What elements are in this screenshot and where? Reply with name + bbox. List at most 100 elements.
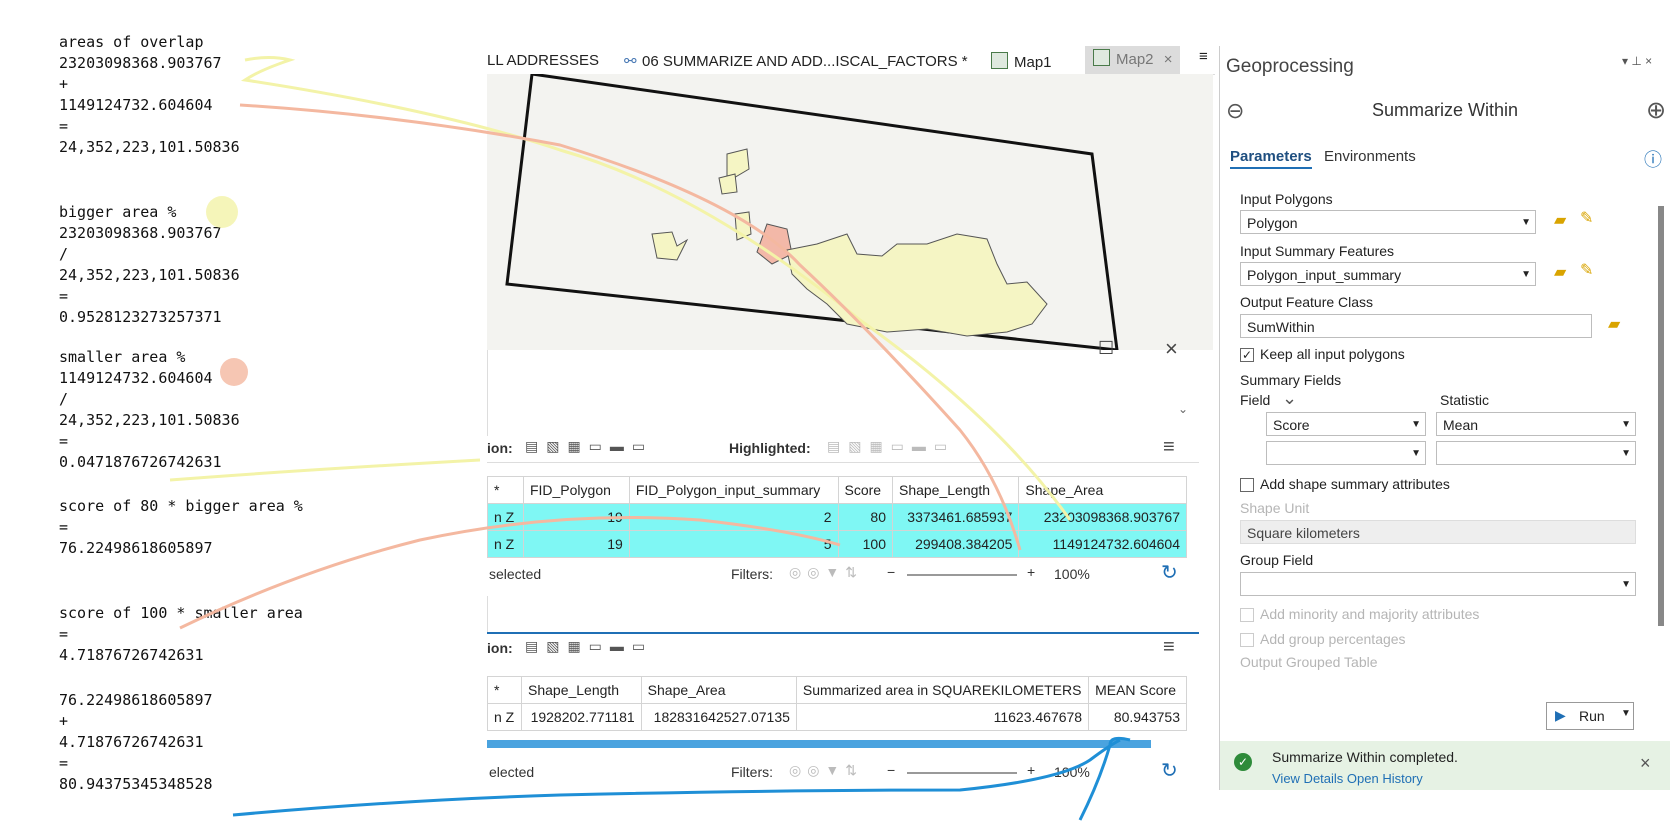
table-cell: n Z <box>487 703 522 731</box>
table-cell: 299408.384205 <box>891 530 1020 558</box>
table-cell: n Z <box>487 503 524 531</box>
chevron-down-icon[interactable]: ⌄ <box>1178 402 1188 416</box>
field-select-1[interactable]: Score ▼ <box>1266 412 1426 436</box>
table-row[interactable]: n Z 19 5 100 299408.384205 1149124732.60… <box>487 530 1187 558</box>
table-cell: 11623.467678 <box>795 703 1090 731</box>
statistic-select-2[interactable]: ▼ <box>1436 441 1636 465</box>
add-shape-label: Add shape summary attributes <box>1260 476 1450 492</box>
note-line: score of 100 * smaller area <box>59 604 303 622</box>
summary-fields-label: Summary Fields <box>1240 372 1342 388</box>
folder-icon[interactable]: ▰ <box>1554 262 1566 282</box>
chevron-down-icon: ▼ <box>1521 217 1531 228</box>
play-icon: ▶ <box>1555 707 1566 723</box>
vertical-scrollbar[interactable] <box>1658 206 1664 626</box>
note-line: bigger area % <box>59 203 177 221</box>
input-polygons-select[interactable]: Polygon ▼ <box>1240 210 1536 234</box>
note-line: 23203098368.903767 <box>59 54 222 72</box>
table-1-footer: selected Filters: ◎◎▼⇅ − + 100% ↻ <box>487 562 1199 588</box>
shape-unit-label: Shape Unit <box>1240 500 1310 516</box>
pane-options-icon[interactable]: ▾ ⊥ × <box>1622 54 1652 68</box>
tab-environments[interactable]: Environments <box>1324 148 1416 165</box>
zoom-out-button[interactable]: − <box>887 762 895 778</box>
details-links[interactable]: View Details Open History <box>1272 771 1423 786</box>
tab-all-addresses[interactable]: LL ADDRESSES <box>487 52 599 69</box>
back-icon[interactable]: ⊖ <box>1226 98 1244 124</box>
table-row[interactable]: n Z 1928202.771181 182831642527.07135 11… <box>487 703 1187 731</box>
table-tool-icons[interactable]: ▤▧▦▭▬▭ <box>525 438 653 455</box>
horizontal-scrollbar[interactable] <box>487 740 1151 748</box>
zoom-level[interactable]: 100% <box>1054 764 1090 780</box>
field-select-2[interactable]: ▼ <box>1266 441 1426 465</box>
note-line: score of 80 * bigger area % <box>59 497 303 515</box>
close-icon[interactable]: × <box>1164 51 1173 68</box>
tab-model[interactable]: ⚯ 06 SUMMARIZE AND ADD...ISCAL_FACTORS * <box>624 52 968 70</box>
filters-label: Filters: <box>731 566 773 582</box>
column-header[interactable]: Shape_Area <box>1018 476 1187 504</box>
table-tool-icons[interactable]: ▤▧▦▭▬▭ <box>525 638 653 655</box>
column-header[interactable]: * <box>487 476 524 504</box>
refresh-icon[interactable]: ↻ <box>1161 758 1178 783</box>
run-button[interactable]: ▶ Run ▼ <box>1546 702 1634 730</box>
column-header[interactable]: Summarized area in SQUAREKILOMETERS <box>795 676 1090 704</box>
tab-map2[interactable]: Map2 × <box>1085 46 1181 74</box>
group-field-select[interactable]: ▼ <box>1240 572 1636 596</box>
filter-icons[interactable]: ◎◎▼⇅ <box>789 762 863 779</box>
refresh-icon[interactable]: ↻ <box>1161 560 1178 585</box>
note-line: 1149124732.604604 <box>59 96 213 114</box>
zoom-slider[interactable] <box>907 574 1017 576</box>
chevron-down-icon[interactable]: ⌄ <box>1282 388 1297 409</box>
shape-unit-select[interactable]: Square kilometers <box>1240 520 1636 544</box>
folder-icon[interactable]: ▰ <box>1608 314 1620 334</box>
filter-icons[interactable]: ◎◎▼⇅ <box>789 564 863 581</box>
note-line: 76.22498618605897 <box>59 539 213 557</box>
column-header[interactable]: FID_Polygon <box>522 476 630 504</box>
keep-all-checkbox[interactable]: ✓ <box>1240 348 1254 362</box>
column-header[interactable]: Shape_Length <box>891 476 1020 504</box>
input-summary-select[interactable]: Polygon_input_summary ▼ <box>1240 262 1536 286</box>
highlight-tool-icons[interactable]: ▤▧▦▭▬▭ <box>827 438 955 455</box>
table-cell: 1149124732.604604 <box>1018 530 1187 558</box>
column-header[interactable]: Shape_Area <box>640 676 797 704</box>
add-icon[interactable]: ⊕ <box>1646 96 1666 125</box>
note-line: = <box>59 518 69 536</box>
zoom-level[interactable]: 100% <box>1054 566 1090 582</box>
table-menu-icon[interactable]: ≡ <box>1163 636 1175 659</box>
column-header[interactable]: FID_Polygon_input_summary <box>628 476 839 504</box>
output-label: Output Feature Class <box>1240 294 1374 310</box>
zoom-in-button[interactable]: + <box>1027 564 1035 580</box>
close-icon[interactable]: × <box>1640 753 1651 774</box>
chevron-down-icon: ▼ <box>1621 448 1631 459</box>
table-row[interactable]: n Z 19 2 80 3373461.685937 23203098368.9… <box>487 503 1187 531</box>
zoom-in-button[interactable]: + <box>1027 762 1035 778</box>
note-line: = <box>59 754 69 772</box>
note-line: 76.22498618605897 <box>59 691 213 709</box>
completion-banner: ✓ Summarize Within completed. View Detai… <box>1220 741 1670 790</box>
zoom-slider[interactable] <box>907 772 1017 774</box>
note-line: 24,352,223,101.50836 <box>59 266 240 284</box>
tab-parameters[interactable]: Parameters <box>1230 148 1312 169</box>
map-view[interactable] <box>487 74 1213 350</box>
column-header[interactable]: MEAN Score <box>1088 676 1187 704</box>
zoom-out-button[interactable]: − <box>887 564 895 580</box>
selection-status: elected <box>489 764 535 780</box>
maximize-icon[interactable]: ☐ <box>1098 338 1114 359</box>
edit-pencil-icon[interactable]: ✎ <box>1580 208 1593 228</box>
folder-icon[interactable]: ▰ <box>1554 210 1566 230</box>
tool-title: Summarize Within <box>1372 100 1519 120</box>
column-header[interactable]: Shape_Length <box>521 676 642 704</box>
help-icon[interactable]: ⓘ <box>1644 146 1662 172</box>
tab-map1[interactable]: Map1 <box>991 52 1052 71</box>
add-shape-checkbox[interactable] <box>1240 478 1254 492</box>
tab-overflow-menu-icon[interactable]: ≡ <box>1199 48 1208 65</box>
statistic-select-1[interactable]: Mean ▼ <box>1436 412 1636 436</box>
close-icon[interactable]: × <box>1165 336 1178 362</box>
select-value: Polygon <box>1247 215 1298 231</box>
feature-polygon <box>734 211 752 241</box>
table-menu-icon[interactable]: ≡ <box>1163 436 1175 459</box>
group-percentages-checkbox[interactable] <box>1240 633 1254 647</box>
edit-pencil-icon[interactable]: ✎ <box>1580 260 1593 280</box>
column-header[interactable]: * <box>487 676 522 704</box>
output-field[interactable]: SumWithin <box>1240 314 1592 338</box>
column-header[interactable]: Score <box>837 476 893 504</box>
minority-checkbox[interactable] <box>1240 608 1254 622</box>
